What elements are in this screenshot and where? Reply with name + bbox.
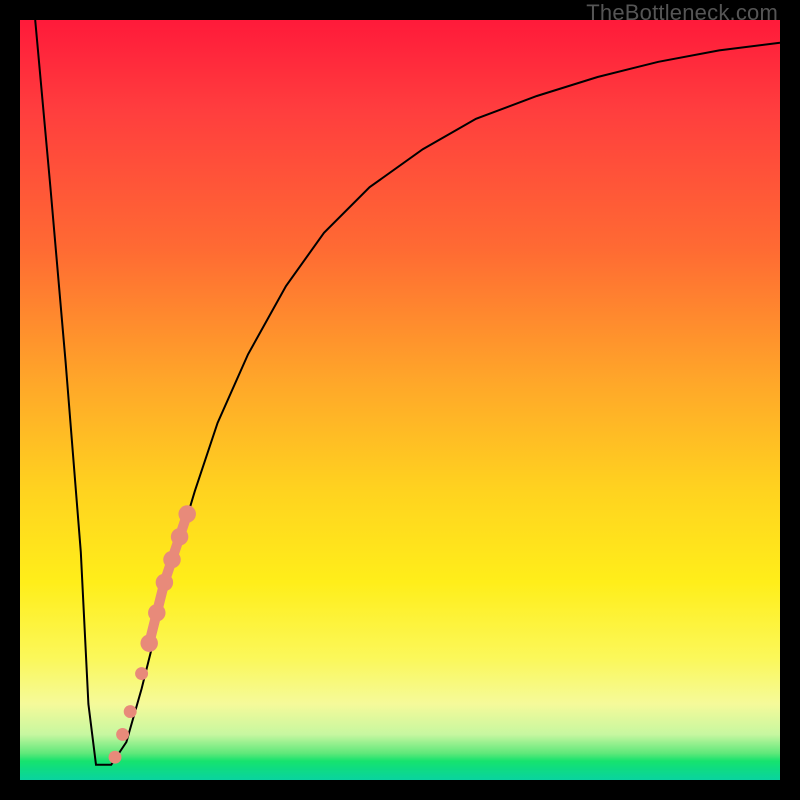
highlight-dots — [109, 505, 196, 763]
curve-svg — [20, 20, 780, 780]
highlight-dot — [156, 574, 173, 591]
highlight-dot — [178, 505, 195, 522]
highlight-dot — [148, 604, 165, 621]
highlight-dot — [109, 751, 122, 764]
highlight-dot — [171, 528, 188, 545]
highlight-dot — [135, 667, 148, 680]
plot-area — [20, 20, 780, 780]
highlight-dot — [116, 728, 129, 741]
highlight-dot — [124, 705, 137, 718]
chart-frame: TheBottleneck.com — [0, 0, 800, 800]
bottleneck-curve — [35, 20, 780, 765]
highlight-dot — [163, 551, 180, 568]
highlight-dot — [140, 634, 157, 651]
